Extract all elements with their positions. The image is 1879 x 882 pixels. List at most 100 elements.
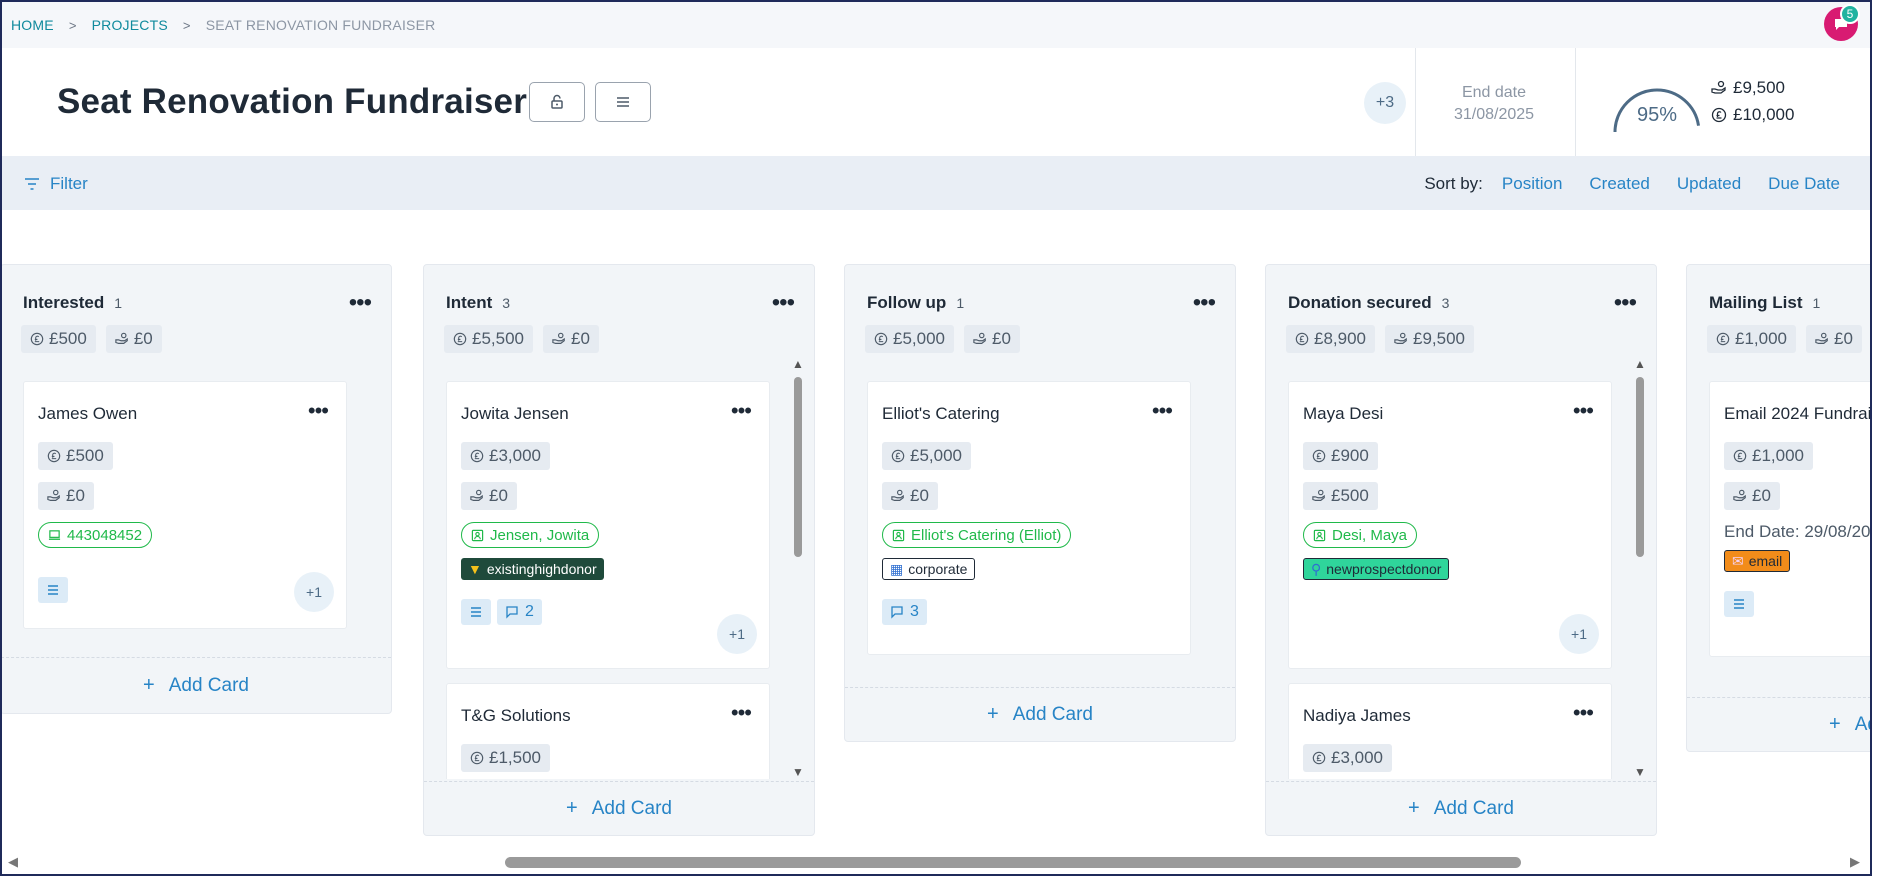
add-card-button[interactable]: +Add Card — [424, 781, 814, 835]
breadcrumb-current: SEAT RENOVATION FUNDRAISER — [205, 17, 436, 33]
more-assignees-avatar[interactable]: +1 — [717, 614, 757, 654]
person-card-icon — [1313, 529, 1326, 541]
column-count: 1 — [114, 295, 123, 311]
envelope-icon: ✉ — [1732, 552, 1744, 569]
scrollbar-thumb[interactable] — [794, 377, 802, 557]
tag-corporate[interactable]: ▦ corporate — [882, 558, 976, 580]
extra-members-avatar[interactable]: +3 — [1364, 82, 1406, 124]
scroll-up-icon[interactable]: ▲ — [792, 357, 804, 371]
breadcrumb-home[interactable]: HOME — [11, 17, 54, 33]
column-scrollbar[interactable]: ▲ ▼ — [792, 357, 804, 779]
contact-tag[interactable]: Desi, Maya — [1303, 522, 1418, 548]
contact-tag[interactable]: 443048452 — [38, 522, 153, 548]
card-menu-icon[interactable]: ••• — [731, 398, 752, 424]
card-received: £0 — [38, 482, 94, 510]
scroll-down-icon[interactable]: ▼ — [792, 765, 804, 779]
hand-coin-icon — [1711, 80, 1726, 94]
card-list: Jowita Jensen ••• £3,000 £0 Jensen, Jowi… — [446, 381, 774, 779]
coin-icon — [470, 449, 484, 463]
column-donation-secured: Donation secured 3 ••• £8,900 £9,500 May… — [1265, 264, 1657, 836]
filter-icon — [25, 178, 39, 190]
column-pledged-total: £8,900 — [1286, 325, 1375, 353]
card-menu-icon[interactable]: ••• — [731, 700, 752, 726]
shield-icon: ▼ — [468, 561, 482, 577]
comment-icon — [891, 606, 903, 619]
column-menu-icon[interactable]: ••• — [1193, 289, 1216, 317]
contact-tag[interactable]: Jensen, Jowita — [461, 522, 600, 548]
tag-email[interactable]: ✉ email — [1724, 550, 1791, 572]
sort-due-date[interactable]: Due Date — [1768, 174, 1840, 194]
description-button[interactable] — [461, 599, 491, 625]
card-elliots-catering[interactable]: Elliot's Catering ••• £5,000 £0 Elliot's… — [867, 381, 1191, 655]
hand-coin-icon — [1312, 489, 1325, 501]
hand-coin-icon — [973, 332, 986, 344]
lines-icon — [1734, 599, 1744, 609]
end-date-value: 31/08/2025 — [1453, 106, 1535, 123]
sort-options: Sort by: Position Created Updated Due Da… — [1424, 174, 1840, 194]
more-assignees-avatar[interactable]: +1 — [294, 572, 334, 612]
column-title: Intent — [446, 293, 493, 312]
card-title: Nadiya James — [1303, 706, 1411, 725]
notifications-button[interactable]: 5 — [1824, 4, 1860, 41]
lock-button[interactable] — [529, 82, 585, 122]
scroll-left-icon[interactable]: ◀ — [8, 854, 18, 870]
card-tg-solutions[interactable]: T&G Solutions ••• £1,500 — [446, 683, 770, 779]
raised-amount: £9,500 — [1711, 78, 1785, 98]
comments-button[interactable]: 2 — [497, 599, 542, 625]
scroll-down-icon[interactable]: ▼ — [1634, 765, 1646, 779]
scroll-right-icon[interactable]: ▶ — [1850, 854, 1860, 870]
coin-icon — [47, 449, 61, 463]
add-card-button[interactable]: +Add Card — [845, 687, 1235, 741]
menu-button[interactable] — [595, 82, 651, 122]
add-card-button[interactable]: +Add Card — [1266, 781, 1656, 835]
card-jowita-jensen[interactable]: Jowita Jensen ••• £3,000 £0 Jensen, Jowi… — [446, 381, 770, 669]
card-email-2024-fundraiser[interactable]: Email 2024 Fundraiser £1,000 £0 End Date… — [1709, 381, 1870, 657]
card-pledged: £5,000 — [882, 442, 971, 470]
sort-position[interactable]: Position — [1502, 174, 1562, 194]
column-title: Follow up — [867, 293, 947, 312]
scroll-up-icon[interactable]: ▲ — [1634, 357, 1646, 371]
coin-icon — [453, 332, 467, 346]
scrollbar-thumb[interactable] — [505, 857, 1521, 868]
scrollbar-thumb[interactable] — [1636, 377, 1644, 557]
sort-updated[interactable]: Updated — [1677, 174, 1741, 194]
card-list: Email 2024 Fundraiser £1,000 £0 End Date… — [1709, 381, 1870, 671]
card-pledged: £500 — [38, 442, 113, 470]
laptop-icon — [48, 529, 61, 540]
comments-button[interactable]: 3 — [882, 599, 927, 625]
board-horizontal-scrollbar[interactable]: ◀ ▶ — [2, 852, 1870, 874]
tag-existinghighdonor[interactable]: ▼ existinghighdonor — [461, 558, 604, 580]
column-menu-icon[interactable]: ••• — [349, 289, 372, 317]
filter-button[interactable]: Filter — [24, 174, 88, 194]
column-received-total: £0 — [105, 325, 162, 353]
description-button[interactable] — [1724, 591, 1754, 617]
add-card-button[interactable]: +Add Card — [1687, 697, 1870, 751]
coin-icon — [874, 332, 888, 346]
column-received-total: £0 — [1806, 325, 1862, 353]
coin-icon — [891, 449, 905, 463]
target-amount: £10,000 — [1711, 105, 1794, 125]
coin-icon — [1716, 332, 1730, 346]
sort-created[interactable]: Created — [1589, 174, 1649, 194]
column-menu-icon[interactable]: ••• — [772, 289, 795, 317]
notification-count-badge: 5 — [1840, 4, 1860, 24]
more-assignees-avatar[interactable]: +1 — [1559, 614, 1599, 654]
coin-icon — [470, 751, 484, 765]
card-received: £0 — [882, 482, 938, 510]
card-menu-icon[interactable]: ••• — [1573, 700, 1594, 726]
card-menu-icon[interactable]: ••• — [308, 398, 329, 424]
card-nadiya-james[interactable]: Nadiya James ••• £3,000 — [1288, 683, 1612, 779]
column-menu-icon[interactable]: ••• — [1614, 289, 1637, 317]
card-menu-icon[interactable]: ••• — [1152, 398, 1173, 424]
column-scrollbar[interactable]: ▲ ▼ — [1634, 357, 1646, 779]
card-james-owen[interactable]: James Owen ••• £500 £0 443048452 +1 — [23, 381, 347, 629]
breadcrumb-projects[interactable]: PROJECTS — [92, 17, 168, 33]
add-card-button[interactable]: +Add Card — [2, 657, 391, 713]
coin-icon — [1295, 332, 1309, 346]
column-pledged-total: £500 — [21, 325, 96, 353]
contact-tag[interactable]: Elliot's Catering (Elliot) — [882, 522, 1072, 548]
card-menu-icon[interactable]: ••• — [1573, 398, 1594, 424]
description-button[interactable] — [38, 577, 68, 603]
tag-newprospectdonor[interactable]: ⚲ newprospectdonor — [1303, 558, 1450, 580]
card-maya-desi[interactable]: Maya Desi ••• £900 £500 Desi, Maya ⚲ newp… — [1288, 381, 1612, 669]
